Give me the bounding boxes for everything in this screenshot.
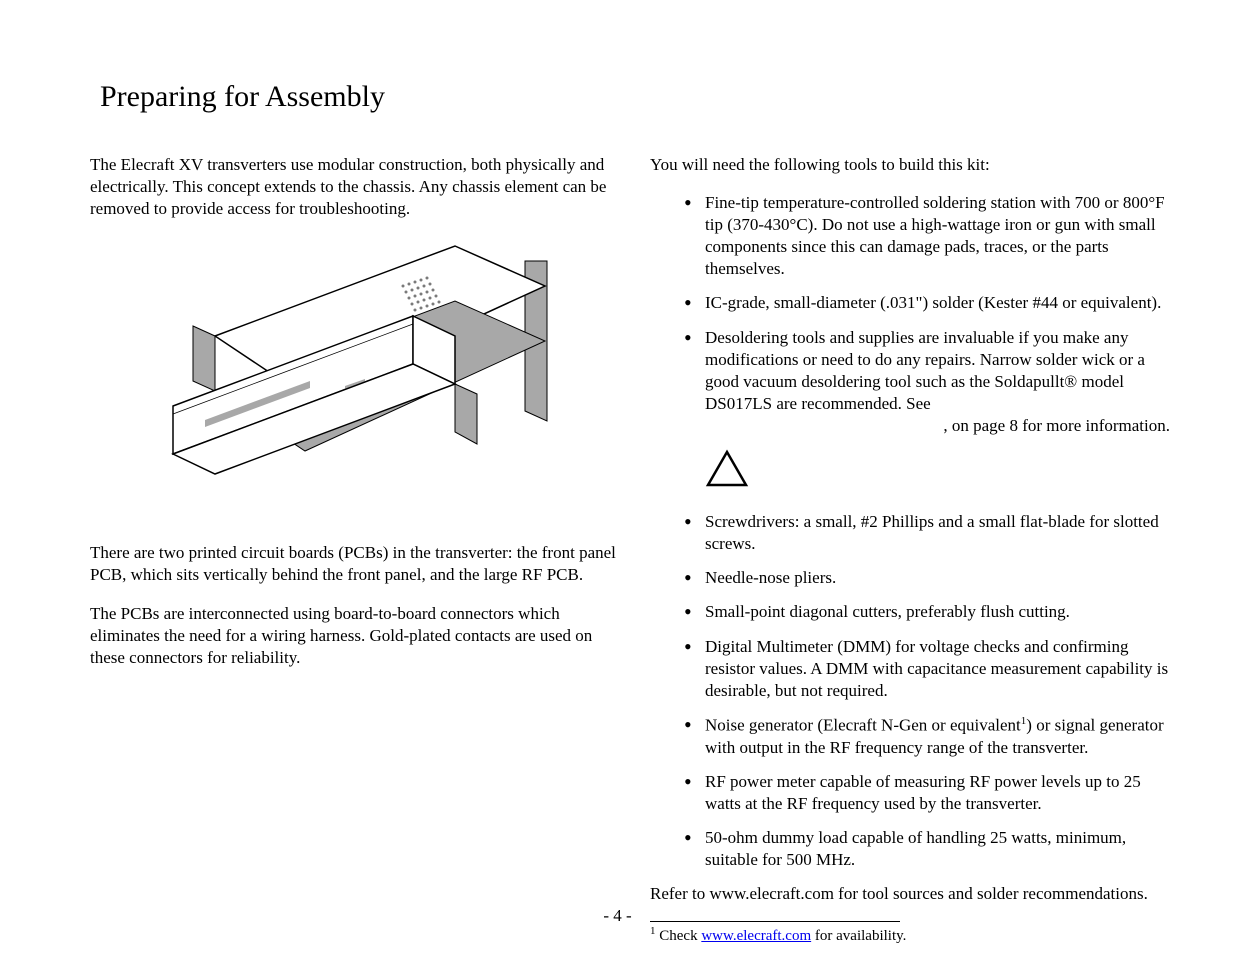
left-column: The Elecraft XV transverters use modular… — [90, 154, 620, 947]
list-item-text: Digital Multimeter (DMM) for voltage che… — [705, 637, 1168, 700]
list-item-text: Fine-tip temperature-controlled solderin… — [705, 193, 1165, 278]
footnote: 1 Check www.elecraft.com for availabilit… — [650, 924, 1180, 947]
paragraph: The PCBs are interconnected using board-… — [90, 603, 620, 669]
list-item-text: Needle-nose pliers. — [705, 568, 836, 587]
paragraph: There are two printed circuit boards (PC… — [90, 542, 620, 586]
list-item: 50-ohm dummy load capable of handling 25… — [650, 827, 1180, 871]
two-column-layout: The Elecraft XV transverters use modular… — [90, 154, 1185, 947]
list-item-text: 50-ohm dummy load capable of handling 25… — [705, 828, 1126, 869]
list-item: Small-point diagonal cutters, preferably… — [650, 601, 1180, 623]
page-number: - 4 - — [0, 906, 1235, 926]
list-item-text: Small-point diagonal cutters, preferably… — [705, 602, 1070, 621]
caution-triangle-icon — [705, 449, 1180, 495]
footnote-link[interactable]: www.elecraft.com — [701, 928, 811, 944]
tools-intro: You will need the following tools to bui… — [650, 154, 1180, 176]
right-column: You will need the following tools to bui… — [650, 154, 1180, 947]
footnote-text: for availability. — [811, 928, 906, 944]
list-item-text: RF power meter capable of measuring RF p… — [705, 772, 1141, 813]
list-item-text: IC-grade, small-diameter (.031") solder … — [705, 293, 1161, 312]
tools-list-1: Fine-tip temperature-controlled solderin… — [650, 192, 1180, 437]
list-item: Screwdrivers: a small, #2 Phillips and a… — [650, 511, 1180, 555]
list-item: Needle-nose pliers. — [650, 567, 1180, 589]
list-item: RF power meter capable of measuring RF p… — [650, 771, 1180, 815]
refer-paragraph: Refer to www.elecraft.com for tool sourc… — [650, 883, 1180, 905]
list-item: Fine-tip temperature-controlled solderin… — [650, 192, 1180, 280]
list-item-text: Noise generator (Elecraft N-Gen or equiv… — [705, 715, 1021, 734]
document-page: Preparing for Assembly The Elecraft XV t… — [0, 0, 1235, 954]
see-page-ref: , on page 8 for more information. — [943, 416, 1170, 435]
list-item: IC-grade, small-diameter (.031") solder … — [650, 292, 1180, 314]
chassis-diagram — [155, 236, 555, 502]
list-item: Desoldering tools and supplies are inval… — [650, 327, 1180, 437]
page-title: Preparing for Assembly — [100, 80, 1185, 114]
paragraph: The Elecraft XV transverters use modular… — [90, 154, 620, 220]
list-item: Noise generator (Elecraft N-Gen or equiv… — [650, 714, 1180, 759]
footnote-text: Check — [656, 928, 702, 944]
list-item-text: Desoldering tools and supplies are inval… — [705, 328, 1145, 413]
list-item-text: Screwdrivers: a small, #2 Phillips and a… — [705, 512, 1159, 553]
tools-list-2: Screwdrivers: a small, #2 Phillips and a… — [650, 511, 1180, 871]
list-item: Digital Multimeter (DMM) for voltage che… — [650, 636, 1180, 702]
